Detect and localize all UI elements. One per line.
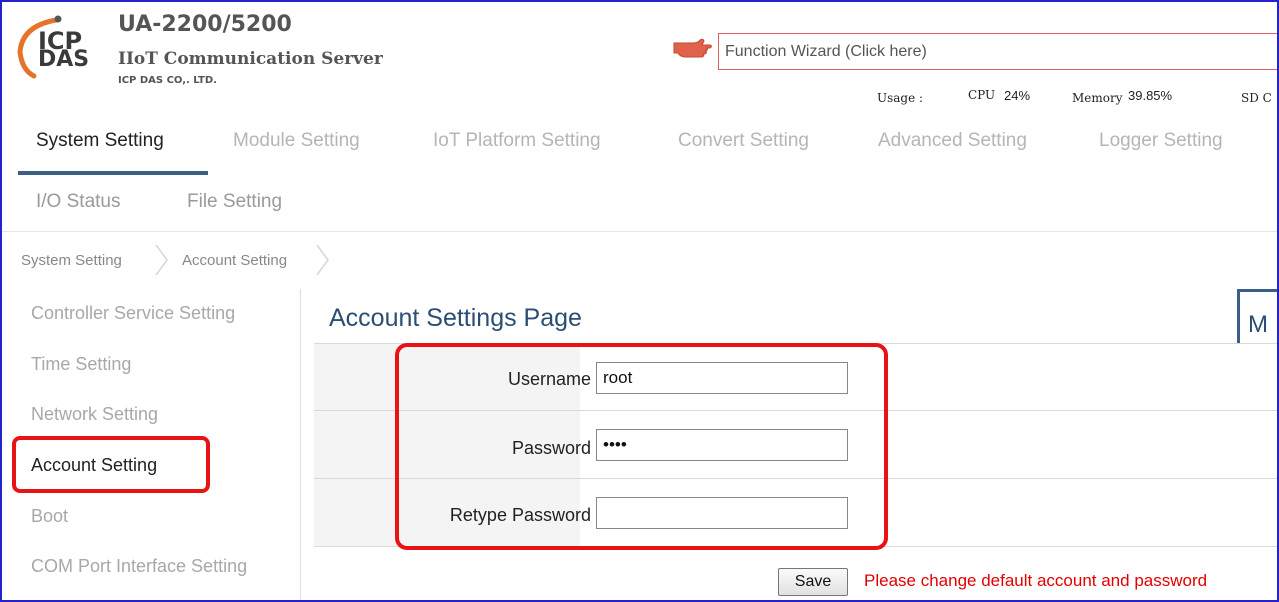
logo-text-das: DAS: [38, 47, 90, 72]
default-credentials-warning: Please change default account and passwo…: [864, 571, 1208, 590]
form-highlight-box: [395, 343, 888, 550]
breadcrumb-chevron-icon: [155, 244, 168, 276]
function-wizard-button[interactable]: Function Wizard (Click here): [718, 33, 1277, 70]
side-tab-label: M: [1248, 311, 1268, 338]
nav-iot-platform-setting[interactable]: IoT Platform Setting: [433, 130, 601, 152]
nav-system-setting[interactable]: System Setting: [36, 130, 164, 152]
cpu-value: 24%: [1004, 88, 1031, 103]
nav-module-setting[interactable]: Module Setting: [233, 130, 360, 152]
side-tab[interactable]: M: [1237, 289, 1277, 347]
page-title: Account Settings Page: [329, 304, 582, 332]
usage-label: Usage :: [877, 91, 924, 105]
nav-file-setting[interactable]: File Setting: [187, 191, 282, 213]
sidebar-divider: [300, 289, 301, 600]
product-subtitle: IIoT Communication Server: [118, 49, 383, 69]
nav-convert-setting[interactable]: Convert Setting: [678, 130, 809, 152]
breadcrumb-account-setting[interactable]: Account Setting: [182, 252, 287, 269]
nav-advanced-setting[interactable]: Advanced Setting: [878, 130, 1027, 152]
product-title: UA-2200/5200: [118, 12, 292, 37]
nav-logger-setting[interactable]: Logger Setting: [1099, 130, 1223, 152]
sidebar-item-time[interactable]: Time Setting: [31, 354, 131, 375]
app-window: ICP DAS UA-2200/5200 IIoT Communication …: [0, 0, 1279, 602]
nav-io-status[interactable]: I/O Status: [36, 191, 120, 213]
icpdas-logo: ICP DAS: [16, 12, 106, 82]
memory-value: 39.85%: [1128, 88, 1173, 103]
nav-divider: [2, 231, 1277, 232]
breadcrumb-system-setting[interactable]: System Setting: [21, 252, 122, 269]
active-tab-indicator: [18, 171, 208, 175]
sidebar-item-network[interactable]: Network Setting: [31, 404, 158, 425]
sidebar-item-controller-service[interactable]: Controller Service Setting: [31, 303, 235, 324]
sidebar-highlight-box: [12, 436, 210, 493]
breadcrumb-chevron-icon: [316, 244, 329, 276]
sidebar-item-boot[interactable]: Boot: [31, 506, 68, 527]
company-name: ICP DAS CO,. LTD.: [118, 75, 217, 86]
sd-label: SD C: [1241, 91, 1272, 105]
sidebar-item-com-port[interactable]: COM Port Interface Setting: [31, 556, 247, 577]
memory-label: Memory: [1072, 91, 1123, 105]
cpu-label: CPU: [968, 88, 996, 102]
pointing-hand-icon[interactable]: [672, 37, 714, 68]
save-button[interactable]: Save: [778, 568, 848, 596]
